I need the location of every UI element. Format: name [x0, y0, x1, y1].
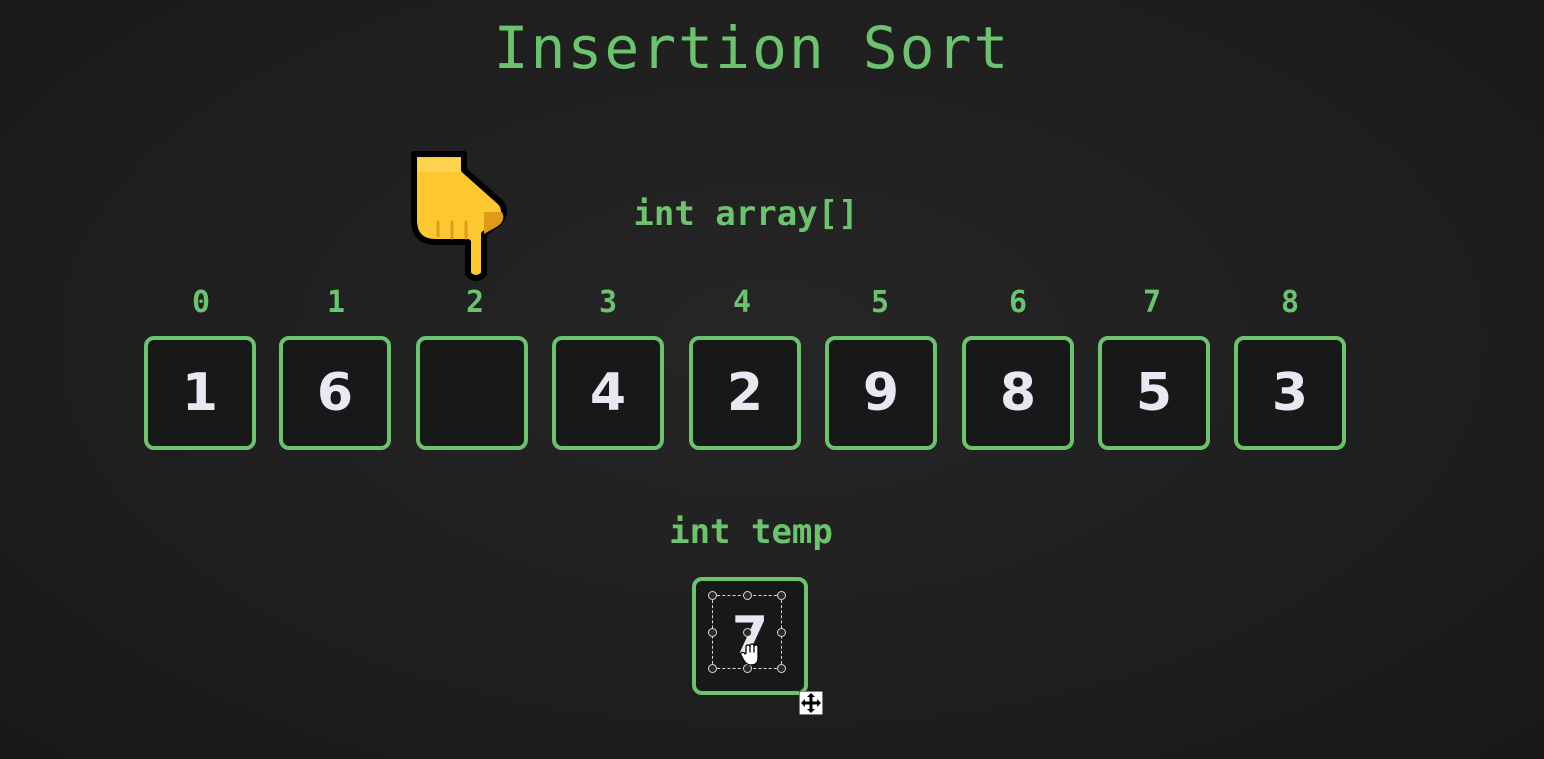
- resize-handle[interactable]: [777, 628, 786, 637]
- array-index: 7: [1142, 285, 1162, 320]
- array-cell[interactable]: 6: [279, 336, 391, 450]
- array-index: 0: [191, 285, 211, 320]
- array-cell[interactable]: 8: [962, 336, 1074, 450]
- resize-handle[interactable]: [708, 664, 717, 673]
- array-index: 3: [598, 285, 618, 320]
- temp-cell[interactable]: 7: [692, 577, 808, 695]
- cell-value: 1: [181, 363, 219, 423]
- array-index: 2: [465, 285, 485, 320]
- cell-value: 8: [999, 363, 1037, 423]
- cell-value: 4: [589, 363, 627, 423]
- array-cell[interactable]: 4: [552, 336, 664, 450]
- array-cells: 1 6 4 2 9 8 5 3: [0, 336, 1544, 458]
- index-row: 0 1 2 3 4 5 6 7 8: [0, 285, 1544, 325]
- array-cell[interactable]: 3: [1234, 336, 1346, 450]
- array-label: int array[]: [633, 194, 859, 234]
- array-cell[interactable]: 2: [689, 336, 801, 450]
- array-index: 1: [326, 285, 346, 320]
- resize-handle[interactable]: [743, 591, 752, 600]
- cell-value: 9: [862, 363, 900, 423]
- array-index: 6: [1008, 285, 1028, 320]
- page-title: Insertion Sort: [493, 14, 1011, 82]
- cell-value: 3: [1271, 363, 1309, 423]
- array-cell-empty[interactable]: [416, 336, 528, 450]
- array-index: 4: [732, 285, 752, 320]
- array-cell[interactable]: 5: [1098, 336, 1210, 450]
- cell-value: 6: [316, 363, 354, 423]
- resize-handle[interactable]: [708, 628, 717, 637]
- cell-value: 5: [1135, 363, 1173, 423]
- array-cell[interactable]: 9: [825, 336, 937, 450]
- array-index: 8: [1280, 285, 1300, 320]
- rotate-handle[interactable]: [743, 628, 752, 637]
- resize-handle[interactable]: [708, 591, 717, 600]
- array-cell[interactable]: 1: [144, 336, 256, 450]
- resize-handle[interactable]: [777, 664, 786, 673]
- temp-label: int temp: [669, 512, 833, 552]
- resize-handle[interactable]: [777, 591, 786, 600]
- move-cursor-icon: [798, 690, 824, 719]
- array-index: 5: [870, 285, 890, 320]
- cell-value: 2: [726, 363, 764, 423]
- grab-hand-icon: [740, 643, 762, 671]
